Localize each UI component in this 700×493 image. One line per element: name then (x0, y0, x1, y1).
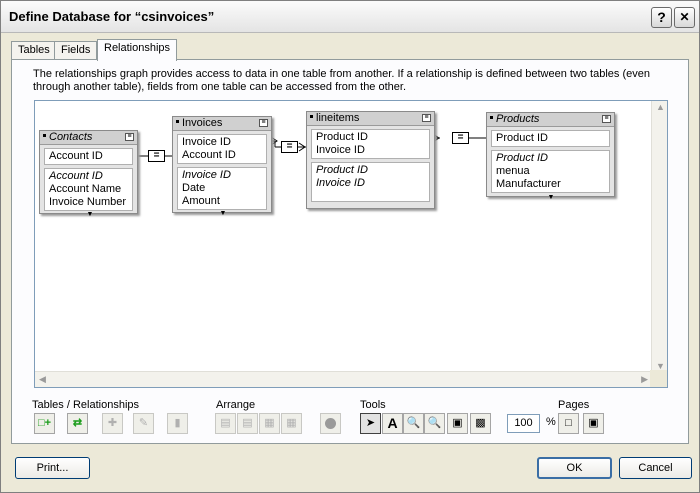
field: Account ID (49, 170, 103, 182)
cancel-button[interactable]: Cancel (619, 457, 692, 479)
relationship-invoices-lineitems[interactable]: = (281, 141, 298, 153)
tab-fields[interactable]: Fields (54, 41, 98, 60)
field-list: Account ID Account Name Invoice Number (44, 168, 133, 211)
table-header-products: Products ≡ (487, 113, 614, 127)
field: Account Name (49, 183, 122, 195)
field: Date (182, 182, 206, 194)
key-fields: Product ID Invoice ID (311, 129, 430, 159)
table-header-contacts: Contacts ≡ (40, 131, 137, 145)
table-occurrence-lineitems[interactable]: lineitems ≡ Product ID Invoice ID Produc… (306, 111, 435, 209)
align-top-icon[interactable]: ▤ (237, 413, 258, 434)
field-list: Product ID Invoice ID (311, 162, 430, 202)
group-label-tools: Tools (360, 399, 386, 411)
align-left-icon[interactable]: ▤ (215, 413, 236, 434)
define-database-dialog: Define Database for “csinvoices” ? ✕ Tab… (0, 0, 700, 493)
delete-icon[interactable]: ▮ (167, 413, 188, 434)
scroll-left-icon[interactable]: ◀ (39, 374, 46, 385)
expand-arrow-icon[interactable]: ▼ (85, 211, 95, 218)
key-fields: Account ID (44, 148, 133, 165)
table-occurrence-contacts[interactable]: Contacts ≡ Account ID Account ID Account… (39, 130, 138, 218)
color-icon[interactable] (320, 413, 341, 434)
title-bar: Define Database for “csinvoices” ? ✕ (1, 1, 699, 33)
key-fields: Product ID (491, 130, 610, 147)
close-button[interactable]: ✕ (674, 7, 695, 28)
field: Amount (182, 195, 220, 207)
page-setup-icon[interactable]: ▩ (470, 413, 491, 434)
table-menu-icon[interactable]: ≡ (125, 133, 134, 141)
print-button[interactable]: Print... (15, 457, 90, 479)
key-field: Account ID (182, 149, 236, 161)
table-menu-icon[interactable]: ≡ (422, 114, 431, 122)
tab-relationships[interactable]: Relationships (97, 39, 178, 61)
scroll-up-icon[interactable]: ▲ (656, 102, 665, 112)
add-relationship-icon[interactable]: ⇄ (67, 413, 88, 434)
select-pointer-icon[interactable]: ➤ (360, 413, 381, 434)
expand-arrow-icon[interactable]: ▼ (546, 194, 556, 201)
expand-arrow-icon[interactable]: ▼ (218, 210, 228, 217)
duplicate-icon[interactable]: ✚ (102, 413, 123, 434)
fit-window-icon[interactable]: ▣ (447, 413, 468, 434)
field: Invoice Number (49, 196, 127, 208)
horizontal-scrollbar[interactable]: ◀ ▶ (35, 371, 652, 387)
table-name: lineitems (316, 112, 360, 124)
vertical-scrollbar[interactable]: ▲ ▼ (651, 101, 667, 372)
table-occurrence-invoices[interactable]: Invoices ≡ Invoice ID Account ID Invoice… (172, 116, 272, 217)
zoom-percent-sign: % (546, 416, 556, 428)
table-name: Products (496, 113, 540, 125)
resize-icon[interactable]: ▦ (281, 413, 302, 434)
field: Product ID (316, 164, 368, 176)
group-label-pages: Pages (558, 399, 590, 411)
group-label-tables-relationships: Tables / Relationships (32, 399, 140, 411)
zoom-in-icon[interactable]: 🔍 (403, 413, 424, 434)
key-field: Invoice ID (316, 144, 365, 156)
zoom-percentage-field[interactable]: 100 (507, 414, 540, 433)
relationships-panel: The relationships graph provides access … (11, 59, 689, 444)
show-page-breaks-icon[interactable]: □ (558, 413, 579, 434)
edit-icon[interactable]: ✎ (133, 413, 154, 434)
distribute-horizontal-icon[interactable]: ▦ (259, 413, 280, 434)
table-name: Contacts (49, 131, 93, 143)
key-field: Invoice ID (182, 136, 231, 148)
relationship-contacts-invoices[interactable]: = (148, 150, 165, 162)
scroll-right-icon[interactable]: ▶ (641, 374, 648, 385)
table-occurrence-products[interactable]: Products ≡ Product ID Product ID menua M… (486, 112, 615, 201)
table-header-lineitems: lineitems ≡ (307, 112, 434, 126)
relationship-lineitems-products[interactable]: = (452, 132, 469, 144)
key-field: Product ID (496, 132, 548, 144)
table-menu-icon[interactable]: ≡ (602, 115, 611, 123)
print-setup-icon[interactable]: ▣ (583, 413, 604, 434)
group-label-arrange: Arrange (216, 399, 256, 411)
zoom-out-icon[interactable]: 🔍 (424, 413, 445, 434)
field-list: Invoice ID Date Amount (177, 167, 267, 210)
ok-button[interactable]: OK (537, 457, 612, 479)
key-field: Product ID (316, 131, 368, 143)
relationships-description: The relationships graph provides access … (33, 68, 650, 93)
field: Manufacturer (496, 178, 561, 190)
graph-toolbar: Tables / Relationships Arrange Tools Pag… (32, 399, 682, 443)
tab-tables[interactable]: Tables (11, 41, 57, 60)
field: Invoice ID (316, 177, 365, 189)
field-list: Product ID menua Manufacturer (491, 150, 610, 193)
table-header-invoices: Invoices ≡ (173, 117, 271, 131)
relationships-graph[interactable]: = = = Contacts ≡ Account ID Account ID A… (34, 100, 668, 388)
key-fields: Invoice ID Account ID (177, 134, 267, 164)
table-name: Invoices (182, 117, 223, 129)
window-title: Define Database for “csinvoices” (9, 9, 215, 24)
add-table-icon[interactable]: □+ (34, 413, 55, 434)
scroll-corner (650, 370, 667, 387)
table-menu-icon[interactable]: ≡ (259, 119, 268, 127)
key-field: Account ID (49, 150, 103, 162)
help-button[interactable]: ? (651, 7, 672, 28)
field: Product ID (496, 152, 548, 164)
field: menua (496, 165, 530, 177)
text-tool-icon[interactable]: A (382, 413, 403, 434)
field: Invoice ID (182, 169, 231, 181)
